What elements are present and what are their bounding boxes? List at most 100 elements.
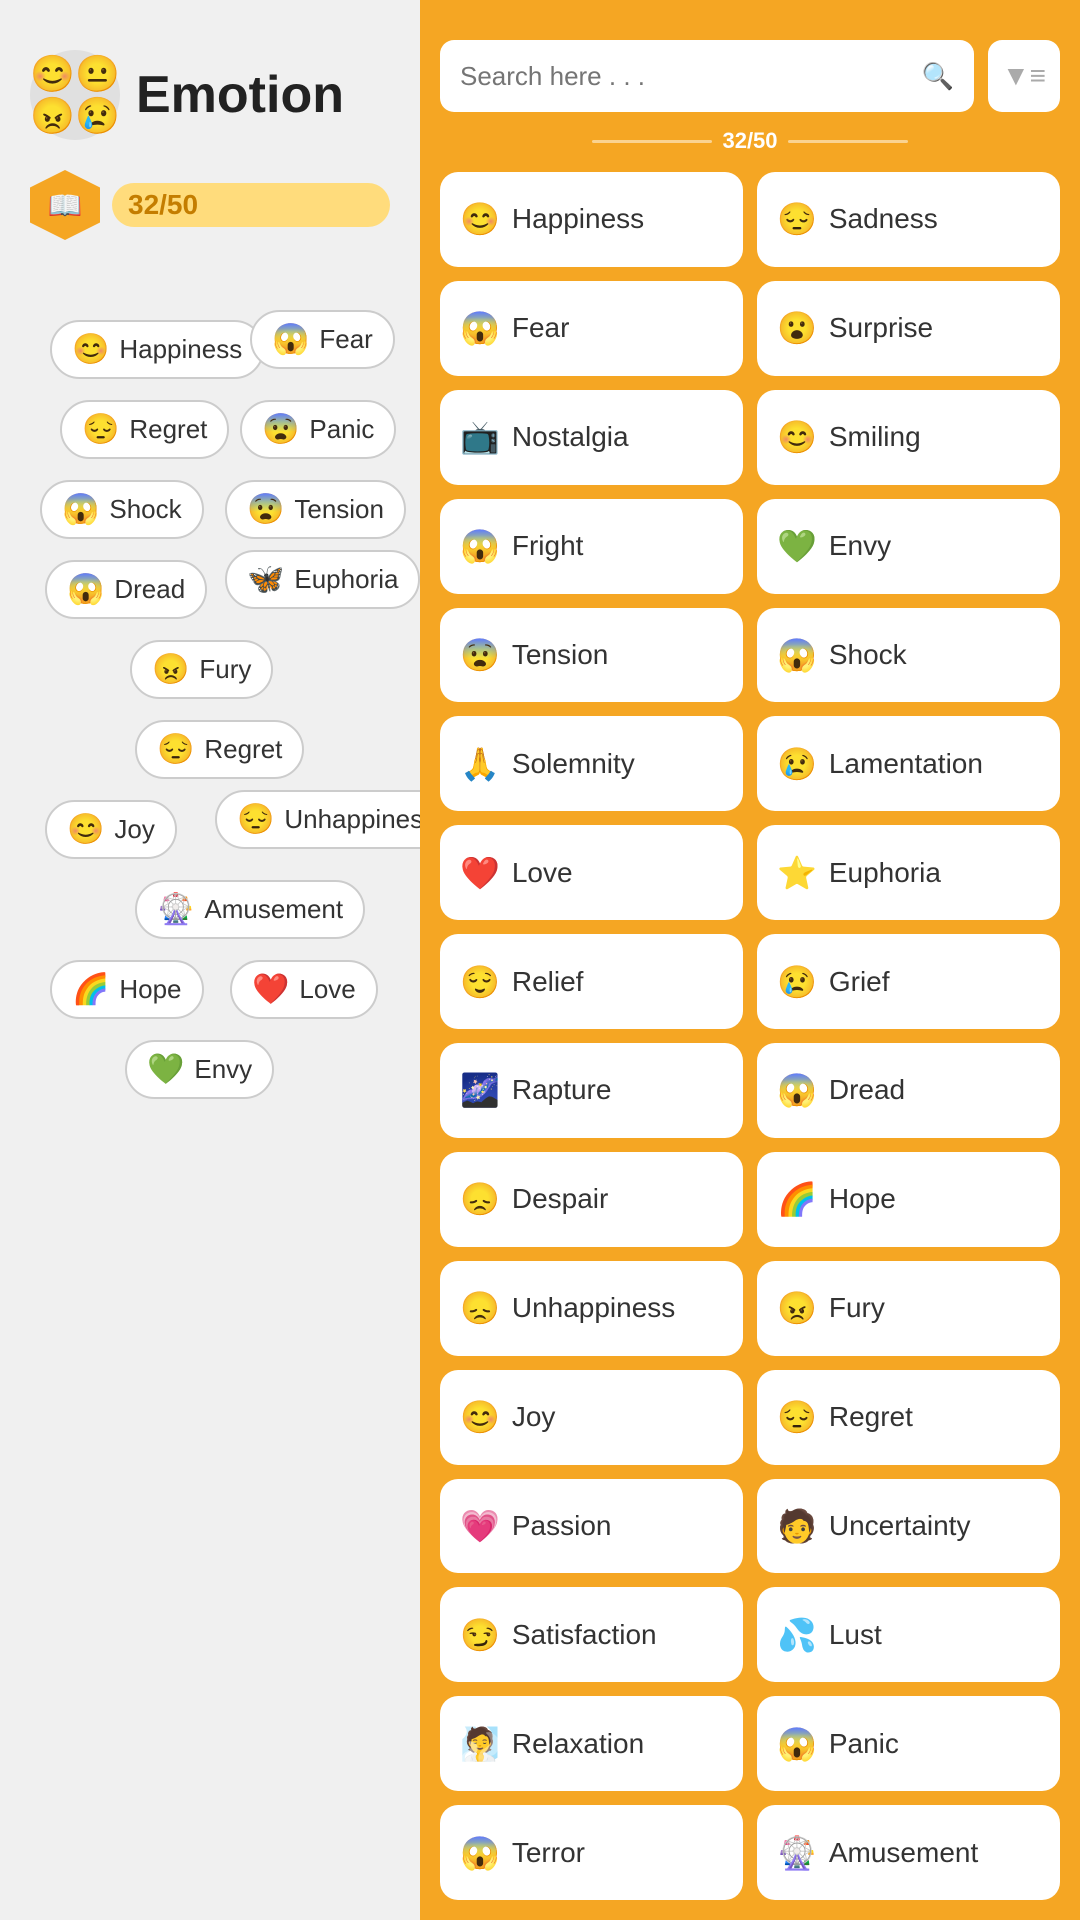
left-chip-shock[interactable]: 😱Shock <box>40 480 204 539</box>
chip-label: Sadness <box>829 203 938 235</box>
chip-label: Relaxation <box>512 1728 644 1760</box>
left-chip-hope[interactable]: 🌈Hope <box>50 960 204 1019</box>
chip-emoji: 🦋 <box>247 562 284 597</box>
chip-emoji: ❤️ <box>252 972 289 1007</box>
right-chip-unhappiness[interactable]: 😞Unhappiness <box>440 1261 743 1356</box>
chip-label: Amusement <box>829 1837 978 1869</box>
right-chip-nostalgia[interactable]: 📺Nostalgia <box>440 390 743 485</box>
chip-emoji: ⭐ <box>777 854 817 892</box>
right-chip-despair[interactable]: 😞Despair <box>440 1152 743 1247</box>
right-chip-dread[interactable]: 😱Dread <box>757 1043 1060 1138</box>
right-chip-solemnity[interactable]: 🙏Solemnity <box>440 716 743 811</box>
chip-label: Fury <box>829 1292 885 1324</box>
right-chip-relaxation[interactable]: 🧖 Relaxation <box>440 1696 743 1791</box>
left-chip-regret[interactable]: 😔Regret <box>60 400 229 459</box>
search-icon: 🔍 <box>922 61 954 92</box>
right-chip-relief[interactable]: 😌Relief <box>440 934 743 1029</box>
left-chip-euphoria[interactable]: 🦋Euphoria <box>225 550 420 609</box>
progress-bar: 32/50 <box>112 183 390 227</box>
chip-emoji: 💗 <box>460 1507 500 1545</box>
chip-emoji: 🧖 <box>460 1725 500 1763</box>
right-chip-uncertainty[interactable]: 🧑Uncertainty <box>757 1479 1060 1574</box>
right-chip-smiling[interactable]: 😊Smiling <box>757 390 1060 485</box>
left-chip-love[interactable]: ❤️Love <box>230 960 378 1019</box>
chip-emoji: 📺 <box>460 418 500 456</box>
right-chip-surprise[interactable]: 😮 Surprise <box>757 281 1060 376</box>
chip-label: Euphoria <box>829 857 941 889</box>
right-chip-terror[interactable]: 😱Terror <box>440 1805 743 1900</box>
right-chip-sadness[interactable]: 😔Sadness <box>757 172 1060 267</box>
left-chip-joy[interactable]: 😊Joy <box>45 800 177 859</box>
right-chip-passion[interactable]: 💗Passion <box>440 1479 743 1574</box>
search-input-wrap[interactable]: 🔍 <box>440 40 974 112</box>
filter-button[interactable]: ▼≡ <box>988 40 1060 112</box>
chip-emoji: 😱 <box>460 527 500 565</box>
chip-label: Regret <box>829 1401 913 1433</box>
chip-emoji: 🌌 <box>460 1071 500 1109</box>
chip-label: Terror <box>512 1837 585 1869</box>
left-chip-fear[interactable]: 😱Fear <box>250 310 395 369</box>
chip-label: Lamentation <box>829 748 983 780</box>
right-chip-hope[interactable]: 🌈Hope <box>757 1152 1060 1247</box>
right-chip-rapture[interactable]: 🌌 Rapture <box>440 1043 743 1138</box>
app-title: Emotion <box>136 65 344 125</box>
right-chip-grief[interactable]: 😢 Grief <box>757 934 1060 1029</box>
left-chip-dread[interactable]: 😱 Dread <box>45 560 207 619</box>
filter-icon: ▼≡ <box>1002 60 1046 92</box>
chip-emoji: 😊 <box>777 418 817 456</box>
chip-label: Grief <box>829 966 890 998</box>
right-chip-lamentation[interactable]: 😢 Lamentation <box>757 716 1060 811</box>
chip-emoji: 🎡 <box>777 1834 817 1872</box>
left-chip-amusement[interactable]: 🎡Amusement <box>135 880 365 939</box>
left-chip-panic[interactable]: 😨Panic <box>240 400 396 459</box>
right-chip-envy[interactable]: 💚Envy <box>757 499 1060 594</box>
right-chip-regret[interactable]: 😔Regret <box>757 1370 1060 1465</box>
search-input[interactable] <box>460 61 922 92</box>
chip-label: Fear <box>512 312 570 344</box>
left-chip-regret[interactable]: 😔Regret <box>135 720 304 779</box>
chip-label: Envy <box>194 1054 252 1085</box>
right-chip-tension[interactable]: 😨Tension <box>440 608 743 703</box>
chip-label: Hope <box>119 974 181 1005</box>
right-chip-fear[interactable]: 😱Fear <box>440 281 743 376</box>
chip-emoji: 😔 <box>237 802 274 837</box>
left-chip-unhappiness[interactable]: 😔Unhappiness <box>215 790 420 849</box>
chip-emoji: 😢 <box>777 963 817 1001</box>
right-chip-fright[interactable]: 😱Fright <box>440 499 743 594</box>
right-chip-satisfaction[interactable]: 😏Satisfaction <box>440 1587 743 1682</box>
right-chip-euphoria[interactable]: ⭐ Euphoria <box>757 825 1060 920</box>
chip-label: Amusement <box>204 894 343 925</box>
right-chip-panic[interactable]: 😱Panic <box>757 1696 1060 1791</box>
progress-bar-container: 📖 32/50 <box>30 170 390 240</box>
chip-emoji: 💦 <box>777 1616 817 1654</box>
chip-emoji: 🧑 <box>777 1507 817 1545</box>
chip-emoji: 😱 <box>67 572 104 607</box>
right-chip-love[interactable]: ❤️Love <box>440 825 743 920</box>
chip-label: Relief <box>512 966 584 998</box>
left-chip-envy[interactable]: 💚Envy <box>125 1040 274 1099</box>
chip-label: Tension <box>512 639 609 671</box>
chip-emoji: 😨 <box>247 492 284 527</box>
right-chip-amusement[interactable]: 🎡 Amusement <box>757 1805 1060 1900</box>
chip-label: Dread <box>114 574 185 605</box>
right-chip-joy[interactable]: 😊Joy <box>440 1370 743 1465</box>
chip-emoji: 😢 <box>777 745 817 783</box>
left-chips-area: 😊Happiness😱Fear😔Regret😨Panic😱Shock😨Tensi… <box>30 280 390 1680</box>
chip-label: Rapture <box>512 1074 612 1106</box>
right-chip-lust[interactable]: 💦Lust <box>757 1587 1060 1682</box>
left-chip-happiness[interactable]: 😊Happiness <box>50 320 264 379</box>
chip-emoji: 😮 <box>777 309 817 347</box>
chip-emoji: 😔 <box>82 412 119 447</box>
chip-label: Shock <box>829 639 907 671</box>
right-chip-shock[interactable]: 😱Shock <box>757 608 1060 703</box>
right-chip-fury[interactable]: 😠Fury <box>757 1261 1060 1356</box>
left-chip-tension[interactable]: 😨Tension <box>225 480 406 539</box>
right-progress-text: 32/50 <box>722 128 777 154</box>
right-chip-happiness[interactable]: 😊Happiness <box>440 172 743 267</box>
chip-emoji: 😱 <box>62 492 99 527</box>
chip-emoji: 😔 <box>157 732 194 767</box>
chip-label: Surprise <box>829 312 933 344</box>
left-chip-fury[interactable]: 😠Fury <box>130 640 273 699</box>
app-header: 😊😐😠😢 Emotion <box>30 50 390 140</box>
right-panel: 🔍 ▼≡ 32/50 😊Happiness😔Sadness😱Fear😮Surpr… <box>420 0 1080 1920</box>
